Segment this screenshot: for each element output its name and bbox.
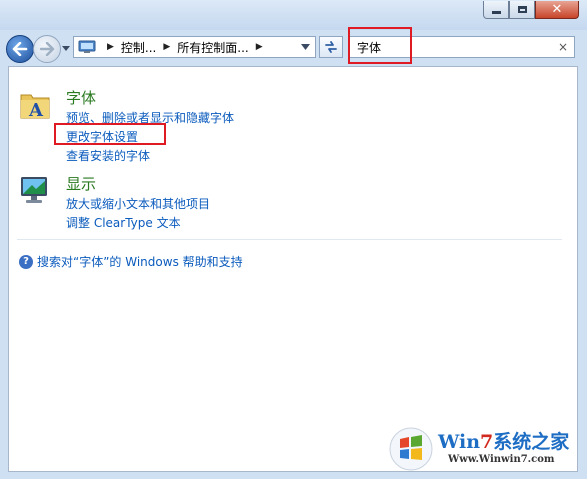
link-view-installed-fonts[interactable]: 查看安装的字体	[66, 147, 150, 164]
divider	[17, 239, 562, 240]
breadcrumb-separator[interactable]: ▶	[163, 42, 170, 52]
results-pane: A 字体 预览、删除或者显示和隐藏字体 更改字体设置 查看安装的字体 显示 放大…	[8, 66, 578, 472]
explorer-window: ✕ ▶ 控制... ▶ 所有控制面... ▶ 字体 × A 字体 预览、删除或者…	[0, 0, 587, 479]
close-button[interactable]: ✕	[535, 1, 579, 19]
window-controls: ✕	[483, 1, 579, 19]
watermark-url: Www.Winwin7.com	[448, 454, 555, 465]
svg-text:A: A	[28, 100, 44, 121]
search-input[interactable]: 字体 ×	[349, 36, 575, 58]
breadcrumb-control-panel[interactable]: 控制...	[121, 39, 156, 56]
clear-search-icon[interactable]: ×	[558, 40, 568, 54]
minimize-icon	[491, 11, 501, 14]
refresh-icon	[325, 41, 337, 53]
link-zoom-text[interactable]: 放大或缩小文本和其他项目	[66, 195, 210, 212]
chevron-down-icon	[62, 45, 70, 51]
minimize-button[interactable]	[483, 1, 509, 19]
title-bar: ✕	[0, 0, 587, 30]
forward-button[interactable]	[33, 35, 61, 63]
result-title-fonts[interactable]: 字体	[66, 87, 96, 108]
maximize-button[interactable]	[509, 1, 535, 19]
breadcrumb-separator: ▶	[107, 42, 114, 52]
refresh-button[interactable]	[319, 36, 343, 58]
maximize-icon	[517, 6, 527, 13]
link-change-font-settings[interactable]: 更改字体设置	[66, 128, 138, 145]
back-button[interactable]	[6, 35, 34, 63]
recent-pages-dropdown[interactable]	[61, 43, 71, 53]
help-search-text: 搜索对“字体”的 Windows 帮助和支持	[37, 255, 243, 269]
link-adjust-cleartype[interactable]: 调整 ClearType 文本	[66, 214, 181, 231]
windows-logo-icon	[389, 427, 433, 471]
help-search-link[interactable]: ? 搜索对“字体”的 Windows 帮助和支持	[19, 253, 243, 270]
back-arrow-icon	[12, 42, 28, 56]
chevron-down-icon[interactable]	[301, 44, 310, 50]
search-value: 字体	[357, 40, 382, 55]
link-preview-delete-fonts[interactable]: 预览、删除或者显示和隐藏字体	[66, 109, 234, 126]
help-icon: ?	[19, 254, 33, 269]
breadcrumb-separator[interactable]: ▶	[256, 42, 263, 52]
forward-arrow-icon	[39, 42, 55, 56]
address-bar[interactable]: ▶ 控制... ▶ 所有控制面... ▶	[73, 36, 316, 58]
fonts-folder-icon[interactable]: A	[18, 87, 52, 121]
breadcrumb-all-items[interactable]: 所有控制面...	[177, 39, 248, 56]
close-icon: ✕	[551, 2, 563, 17]
result-title-display[interactable]: 显示	[66, 173, 96, 194]
control-panel-icon	[78, 40, 96, 53]
watermark-brand: Win7系统之家	[438, 431, 570, 453]
navigation-toolbar: ▶ 控制... ▶ 所有控制面... ▶ 字体 ×	[0, 30, 587, 66]
watermark: Win7系统之家 Www.Winwin7.com	[388, 424, 582, 474]
display-monitor-icon[interactable]	[18, 173, 52, 207]
